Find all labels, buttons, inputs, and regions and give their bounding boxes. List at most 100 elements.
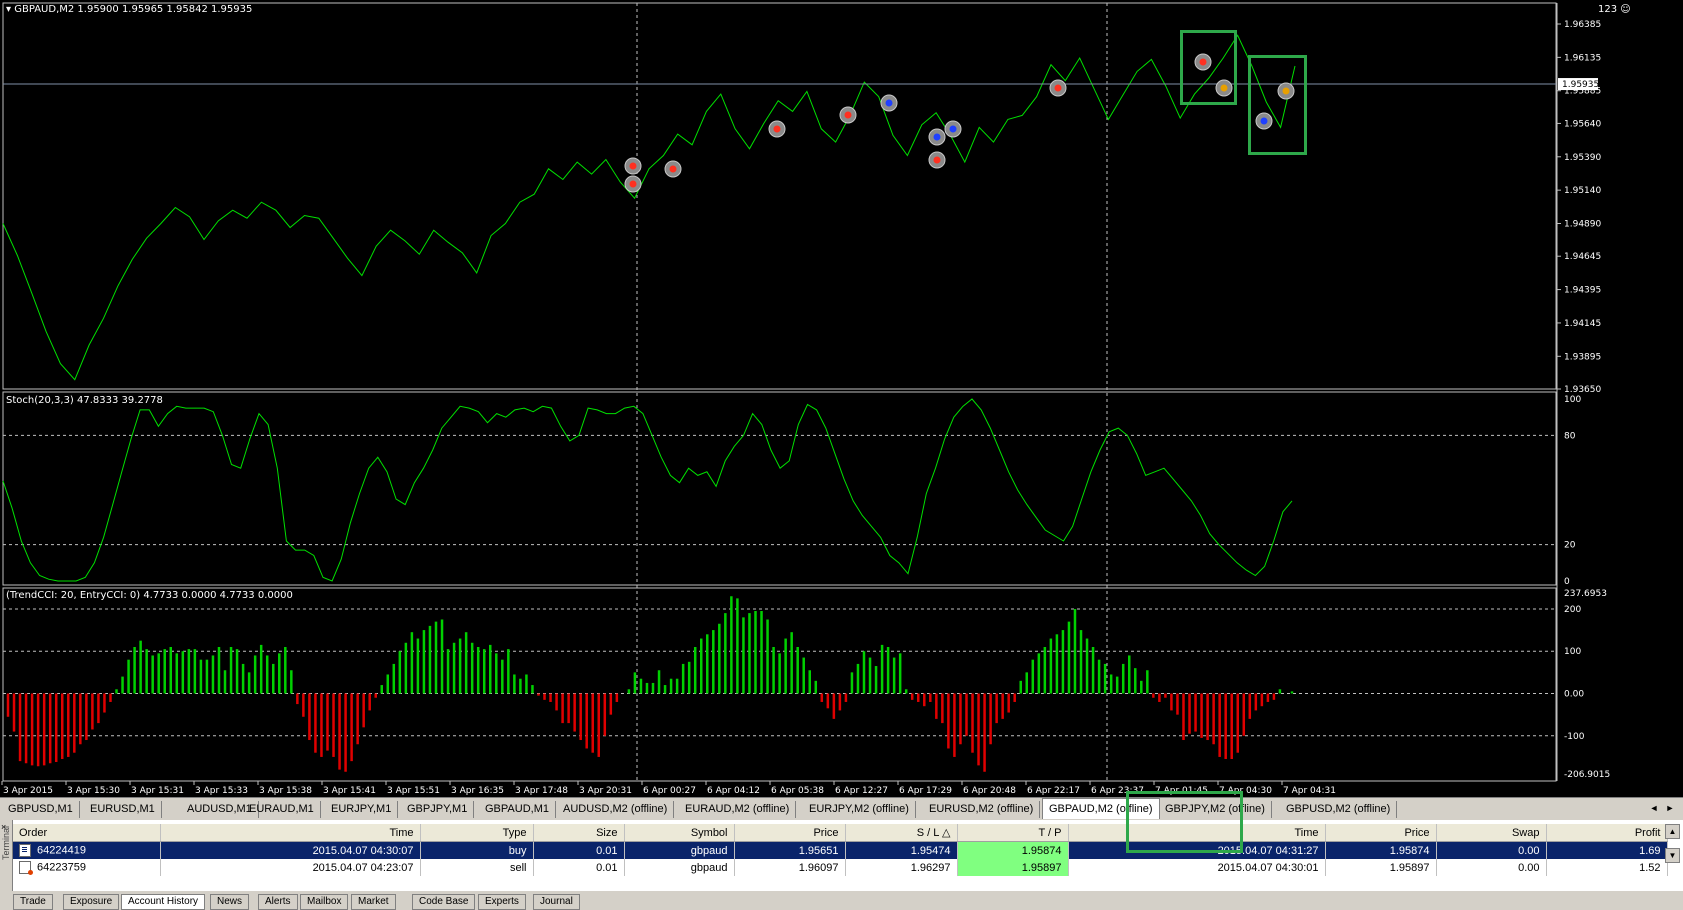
cell-type: sell xyxy=(420,859,534,876)
tab-scroll-right-icon[interactable]: ► xyxy=(1664,802,1676,814)
terminal-tab-exposure[interactable]: Exposure xyxy=(63,894,120,910)
chart-header: ▾ GBPAUD,M2 1.95900 1.95965 1.95842 1.95… xyxy=(6,4,252,15)
column-header-size[interactable]: Size xyxy=(533,824,625,842)
cell-text: 2015.04.07 04:31:27 xyxy=(1217,844,1319,857)
cell-price: 1.95651 xyxy=(734,841,846,859)
column-header-profit[interactable]: Profit xyxy=(1546,824,1668,842)
column-header-price[interactable]: Price xyxy=(734,824,846,842)
buy-order-icon xyxy=(19,844,31,857)
cell-close-time: 2015.04.07 04:31:27 xyxy=(1068,841,1326,859)
terminal-tab-code-base[interactable]: Code Base xyxy=(412,894,476,910)
cell-text: 1.95651 xyxy=(798,844,839,857)
tab-eurusd-m1[interactable]: EURUSD,M1 xyxy=(84,801,162,818)
stoch-pane-frame xyxy=(2,391,1557,586)
column-header-tp[interactable]: T / P xyxy=(957,824,1069,842)
trade-marker-dot xyxy=(844,111,852,119)
time-tick-label: 7 Apr 04:30 xyxy=(1219,786,1272,796)
tab-gbpjpy-m1[interactable]: GBPJPY,M1 xyxy=(401,801,475,818)
tab-eurjpy-m1[interactable]: EURJPY,M1 xyxy=(325,801,399,818)
column-header-price[interactable]: Price xyxy=(1325,824,1437,842)
cell-order: 64223759 xyxy=(13,859,161,876)
terminal-tab-news[interactable]: News xyxy=(210,894,250,910)
terminal-tab-trade[interactable]: Trade xyxy=(13,894,53,910)
stoch-tick-label: 20 xyxy=(1564,541,1576,551)
cci-label: (TrendCCI: 20, EntryCCI: 0) 4.7733 0.000… xyxy=(6,590,293,601)
tab-gbpusd-m1[interactable]: GBPUSD,M1 xyxy=(2,801,80,818)
cell-close-time: 2015.04.07 04:30:01 xyxy=(1068,859,1326,876)
tab-gbpaud-m1[interactable]: GBPAUD,M1 xyxy=(479,801,556,818)
tab-euraud-m1[interactable]: EURAUD,M1 xyxy=(243,801,321,818)
trade-marker-dot xyxy=(933,156,941,164)
cell-text: 0.01 xyxy=(596,844,618,857)
cell-text: 1.95874 xyxy=(1021,844,1062,857)
column-header-sl[interactable]: S / L △ xyxy=(845,824,958,842)
terminal-tab-account-history[interactable]: Account History xyxy=(121,894,206,910)
time-tick-label: 3 Apr 15:33 xyxy=(195,786,248,796)
stoch-tick-label: 0 xyxy=(1564,577,1570,587)
column-header-time[interactable]: Time xyxy=(160,824,421,842)
trade-marker-dot xyxy=(1054,84,1062,92)
cell-open-time: 2015.04.07 04:30:07 xyxy=(160,841,421,859)
chart-canvas[interactable]: 1.963851.961351.958851.956401.953901.951… xyxy=(0,0,1683,797)
terminal-panel: × Terminal Order Time Type Size Symbol Price S… xyxy=(0,791,1683,910)
main-pane-frame xyxy=(2,2,1557,390)
cci-tick-label: 0.00 xyxy=(1564,690,1584,700)
cell-text: 0.01 xyxy=(596,861,618,874)
column-header-swap[interactable]: Swap xyxy=(1436,824,1547,842)
terminal-tab-mailbox[interactable]: Mailbox xyxy=(300,894,349,910)
tab-eurusd-m2-offline[interactable]: EURUSD,M2 (offline) xyxy=(923,801,1041,818)
cell-text: 1.95897 xyxy=(1021,861,1062,874)
tab-gbpusd-m2-offline[interactable]: GBPUSD,M2 (offline) xyxy=(1280,801,1398,818)
cell-text: 2015.04.07 04:30:01 xyxy=(1217,861,1319,874)
column-header-time[interactable]: Time xyxy=(1068,824,1326,842)
trade-marker-dot xyxy=(773,125,781,133)
cell-order: 64224419 xyxy=(13,841,161,859)
cell-text: 2015.04.07 04:23:07 xyxy=(312,861,414,874)
cell-symbol: gbpaud xyxy=(624,841,735,859)
tab-euraud-m2-offline[interactable]: EURAUD,M2 (offline) xyxy=(679,801,797,818)
terminal-tab-alerts[interactable]: Alerts xyxy=(258,894,298,910)
time-tick-label: 3 Apr 17:48 xyxy=(515,786,568,796)
terminal-tab-journal[interactable]: Journal xyxy=(533,894,580,910)
column-header-type[interactable]: Type xyxy=(420,824,534,842)
time-tick-label: 7 Apr 04:31 xyxy=(1283,786,1336,796)
column-header-symbol[interactable]: Symbol xyxy=(624,824,735,842)
column-header-order[interactable]: Order xyxy=(13,824,161,842)
chart-area[interactable]: 1.96385 1.96135 1.95885 1.95640 1.95390 1.951… xyxy=(0,0,1683,797)
trade-marker-dot xyxy=(629,180,637,188)
cell-profit: 1.52 xyxy=(1546,859,1668,876)
tab-scroll-left-icon[interactable]: ◄ xyxy=(1648,802,1660,814)
tab-eurjpy-m2-offline[interactable]: EURJPY,M2 (offline) xyxy=(803,801,916,818)
table-row[interactable]: 64223759 2015.04.07 04:23:07 sell 0.01 gbpau… xyxy=(13,859,1668,876)
time-tick-label: 7 Apr 01:45 xyxy=(1155,786,1208,796)
tab-gbpaud-m2-offline[interactable]: GBPAUD,M2 (offline) xyxy=(1042,798,1160,819)
scroll-up-icon[interactable]: ▲ xyxy=(1665,824,1680,839)
cell-sl: 1.96297 xyxy=(845,859,958,876)
price-tick-label: 1.95140 xyxy=(1564,186,1601,196)
trade-marker-dot xyxy=(1199,58,1207,66)
terminal-side-label: Terminal xyxy=(1,826,11,861)
scroll-down-icon[interactable]: ▼ xyxy=(1665,848,1680,863)
collapse-icon[interactable]: ▾ xyxy=(6,4,14,15)
trade-marker-dot xyxy=(933,133,941,141)
terminal-tab-market[interactable]: Market xyxy=(351,894,396,910)
trade-marker-dot xyxy=(1260,117,1268,125)
cci-tick-label: 200 xyxy=(1564,605,1581,615)
time-tick-label: 3 Apr 15:51 xyxy=(387,786,440,796)
table-row[interactable]: 64224419 2015.04.07 04:30:07 buy 0.01 gbpaud… xyxy=(13,841,1668,859)
price-tick-label: 1.96135 xyxy=(1564,53,1601,63)
cell-text: 64224419 xyxy=(37,844,86,857)
cell-open-time: 2015.04.07 04:23:07 xyxy=(160,859,421,876)
tab-audusd-m2-offline[interactable]: AUDUSD,M2 (offline) xyxy=(557,801,675,818)
price-tick-label: 1.95390 xyxy=(1564,153,1601,163)
stoch-tick-label: 80 xyxy=(1564,431,1576,441)
terminal-tab-experts[interactable]: Experts xyxy=(478,894,526,910)
time-tick-label: 6 Apr 22:17 xyxy=(1027,786,1080,796)
cell-swap: 0.00 xyxy=(1436,859,1547,876)
tab-gbpjpy-m2-offline[interactable]: GBPJPY,M2 (offline) xyxy=(1159,801,1272,818)
price-tick-label: 1.93895 xyxy=(1564,352,1601,362)
cell-tp: 1.95874 xyxy=(957,841,1069,859)
cell-text: buy xyxy=(508,844,527,857)
cell-text: 2015.04.07 04:30:07 xyxy=(312,844,414,857)
account-history-table: Order Time Type Size Symbol Price S / L △ T / P… xyxy=(13,824,1668,876)
